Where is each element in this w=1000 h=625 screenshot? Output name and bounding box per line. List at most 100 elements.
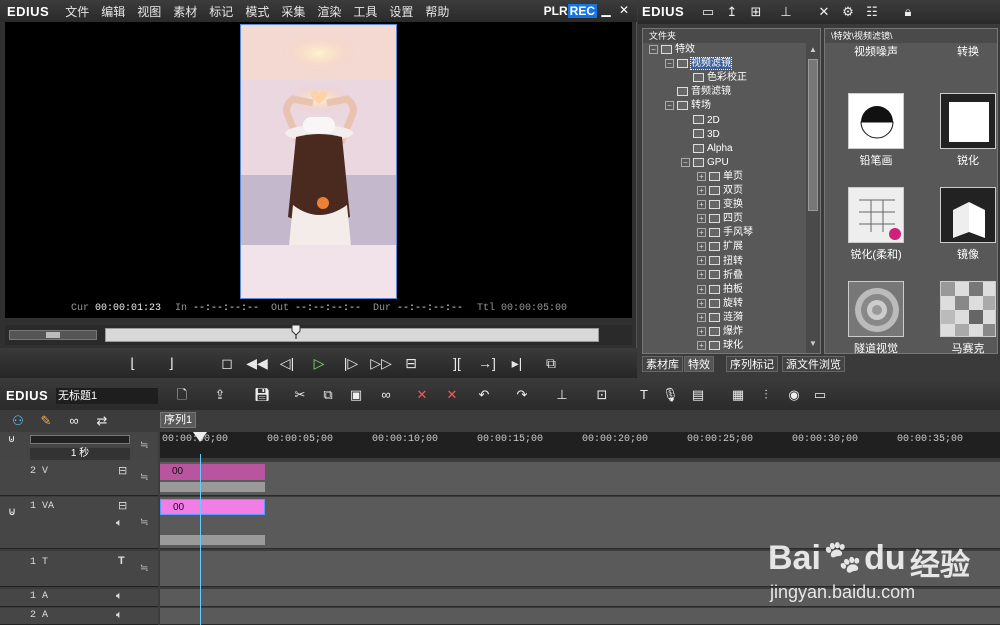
export-icon[interactable]: ⧉	[540, 352, 562, 374]
tree-node[interactable]: + 扭转	[697, 255, 743, 269]
effect-video-noise[interactable]: 视频噪声	[841, 43, 911, 59]
rewind-icon[interactable]: ◀◀	[246, 352, 268, 374]
expand-toggle-icon[interactable]: −	[665, 58, 674, 68]
new-project-icon[interactable]: 🗋︎	[174, 387, 190, 403]
window-layout-icon[interactable]: ▭	[812, 387, 828, 403]
close-icon[interactable]: ✕	[617, 3, 631, 17]
expand-icon[interactable]: ≒	[140, 472, 148, 483]
lock-icon[interactable]: 🔒︎	[900, 4, 916, 20]
set-out-icon[interactable]: ⌋	[160, 352, 182, 374]
expand-toggle-icon[interactable]: −	[665, 101, 674, 111]
expand-toggle-icon[interactable]: +	[697, 284, 706, 294]
track-header-2a[interactable]: 2 A 🔈︎	[0, 608, 158, 625]
set-in-icon[interactable]: ⌊	[122, 352, 144, 374]
redo-icon[interactable]: ↷	[514, 387, 530, 403]
track-header-2v[interactable]: 2 V ⊟ ≒	[0, 462, 158, 496]
tree-node[interactable]: + 球化	[697, 339, 743, 353]
menu-edit[interactable]: 编辑	[95, 3, 131, 20]
expand-toggle-icon[interactable]: +	[697, 185, 706, 195]
tab-sequence-markers[interactable]: 序列标记	[726, 356, 778, 372]
menu-settings[interactable]: 设置	[383, 3, 419, 20]
split-icon[interactable]: ⊡	[594, 387, 610, 403]
tree-node[interactable]: − 视频滤镜	[665, 57, 732, 71]
effect-mirror[interactable]: 镜像	[933, 187, 1000, 262]
step-back-icon[interactable]: ◁|	[276, 352, 298, 374]
audio-toggle-icon[interactable]: 🔈︎	[116, 609, 123, 622]
link-icon[interactable]: ∞	[378, 387, 394, 403]
menu-clip[interactable]: 素材	[167, 3, 203, 20]
menu-marker[interactable]: 标记	[203, 3, 239, 20]
video-toggle-icon[interactable]: ⊟	[118, 499, 127, 512]
expand-toggle-icon[interactable]: −	[649, 44, 658, 54]
track-header-1va[interactable]: ⊍ 1 VA ⊟ 🔈︎ ≒	[0, 497, 158, 549]
effect-tunnel-vision[interactable]: 隧道视觉	[841, 281, 911, 356]
plr-rec-toggle[interactable]: PLR REC	[544, 4, 597, 18]
tree-node[interactable]: − GPU	[681, 156, 729, 170]
minimize-icon[interactable]: ▁	[599, 3, 613, 17]
loop-icon[interactable]: ⊟	[400, 352, 422, 374]
folder-scrollbar[interactable]: ▲ ▼	[806, 43, 820, 353]
lock-track-icon[interactable]: ⊍	[8, 434, 22, 446]
fast-forward-icon[interactable]: ▷▷	[370, 352, 392, 374]
audio-toggle-icon[interactable]: 🔈︎	[116, 517, 123, 530]
step-forward-icon[interactable]: |▷	[340, 352, 362, 374]
scroll-thumb[interactable]	[808, 59, 818, 211]
new-bin-icon[interactable]: ⊞	[748, 4, 764, 20]
effect-mosaic[interactable]: 马赛克	[933, 281, 1000, 356]
tree-node[interactable]: − 转场	[665, 99, 711, 113]
track-header-1t[interactable]: 1 T T ≒	[0, 551, 158, 587]
tree-node[interactable]: + 涟漪	[697, 311, 743, 325]
tree-node[interactable]: Alpha	[681, 142, 733, 156]
scroll-down-icon[interactable]: ▼	[808, 339, 818, 349]
tab-effects[interactable]: 特效	[684, 356, 714, 372]
tree-node[interactable]: + 四页	[697, 212, 743, 226]
tree-node[interactable]: + 手风琴	[697, 226, 753, 240]
scroll-up-icon[interactable]: ▲	[808, 45, 818, 55]
mixer-icon[interactable]: ⊥	[554, 387, 570, 403]
play-icon[interactable]: ▷	[308, 352, 330, 374]
title-track-icon[interactable]: T	[118, 555, 125, 567]
cut-icon[interactable]: ✂	[292, 387, 308, 403]
tree-node[interactable]: + 爆炸	[697, 325, 743, 339]
tab-clip-library[interactable]: 素材库	[642, 356, 683, 372]
title-icon[interactable]: T	[636, 387, 652, 403]
tree-node[interactable]: + 双页	[697, 184, 743, 198]
track-header-1a[interactable]: 1 A 🔈︎	[0, 589, 158, 607]
video-toggle-icon[interactable]: ⊟	[118, 464, 127, 477]
open-project-icon[interactable]: ⇪	[212, 387, 228, 403]
tree-node[interactable]: + 旋转	[697, 297, 743, 311]
timeline-ruler[interactable]: 00:00:00;00 00:00:05;00 00:00:10;00 00:0…	[160, 432, 1000, 458]
tree-node[interactable]: + 单页	[697, 170, 743, 184]
clip-2v-audio[interactable]	[160, 482, 265, 492]
tree-node[interactable]: + 扩展	[697, 240, 743, 254]
expand-toggle-icon[interactable]: +	[697, 340, 706, 350]
expand-toggle-icon[interactable]: +	[697, 199, 706, 209]
expand-toggle-icon[interactable]: +	[697, 312, 706, 322]
menu-mode[interactable]: 模式	[239, 3, 275, 20]
expand-icon[interactable]: ≒	[140, 563, 148, 574]
ripple-icon[interactable]: ⇄	[94, 413, 110, 429]
overwrite-icon[interactable]: →]	[476, 352, 498, 374]
import-icon[interactable]: ⊥	[778, 4, 794, 20]
tree-node[interactable]: 色彩校正	[681, 71, 747, 85]
tree-node[interactable]: 音频滤镜	[665, 85, 731, 99]
replace-icon[interactable]: ▸|	[506, 352, 528, 374]
clip-2v[interactable]: 00	[160, 464, 265, 480]
delete-icon[interactable]: ✕	[816, 4, 832, 20]
expand-toggle-icon[interactable]: +	[697, 326, 706, 336]
timeline-playhead-icon[interactable]	[193, 432, 207, 442]
expand-icon[interactable]: ≒	[140, 440, 154, 452]
effect-sharpen-soft[interactable]: 锐化(柔和)	[841, 187, 911, 262]
sync-icon[interactable]: ✎	[38, 413, 54, 429]
menu-capture[interactable]: 采集	[275, 3, 311, 20]
playhead-marker-icon[interactable]	[291, 324, 301, 339]
copy-icon[interactable]: ⧉	[320, 387, 336, 403]
menu-tools[interactable]: 工具	[347, 3, 383, 20]
linked-icon[interactable]: ∞	[66, 413, 82, 429]
expand-toggle-icon[interactable]: +	[697, 171, 706, 181]
source-channel-icon[interactable]: ⊍	[8, 505, 16, 518]
zoom-slider[interactable]	[30, 435, 130, 444]
expand-toggle-icon[interactable]: −	[681, 157, 690, 167]
properties-icon[interactable]: ⚙	[840, 4, 856, 20]
tab-source-browser[interactable]: 源文件浏览	[782, 356, 845, 372]
